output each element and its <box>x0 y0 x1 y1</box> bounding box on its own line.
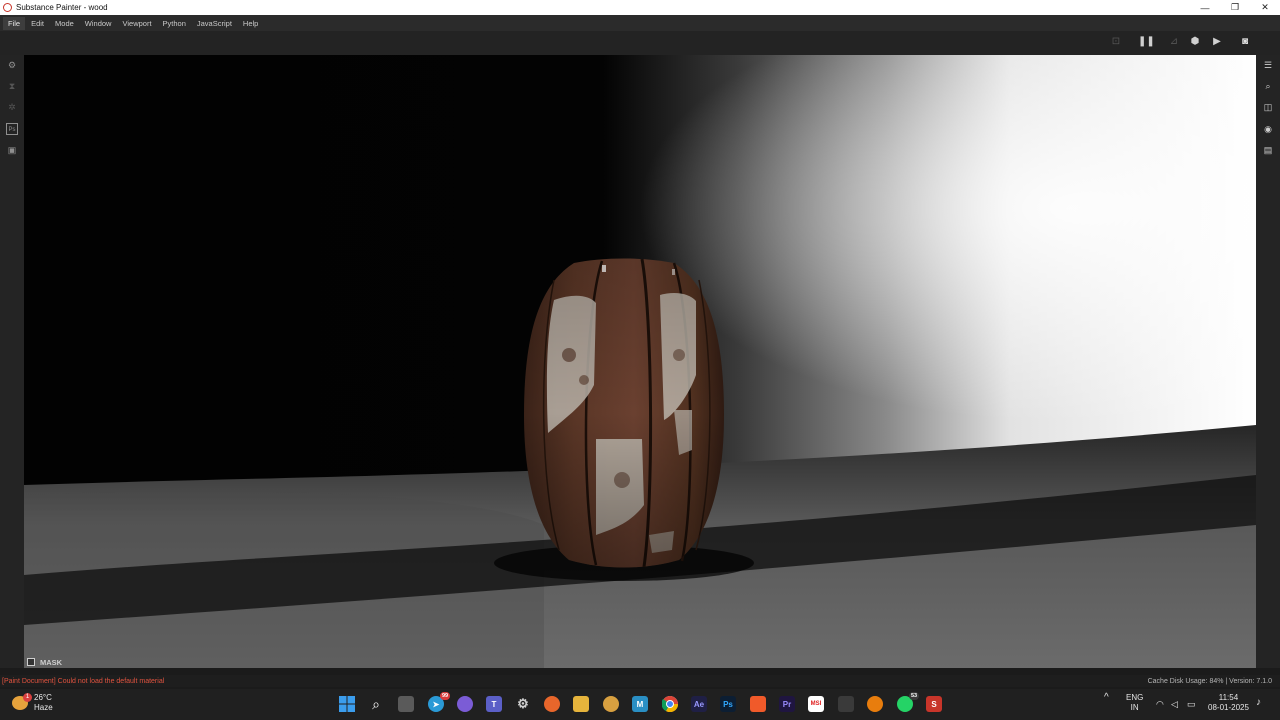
screenshot-icon[interactable]: ◙ <box>1238 35 1252 49</box>
volume-icon[interactable]: ◁ <box>1171 699 1178 709</box>
status-error-message[interactable]: [Paint Document] Could not load the defa… <box>2 678 164 685</box>
barrel-model <box>524 258 724 568</box>
mask-checkbox-icon <box>27 658 35 666</box>
menu-mode[interactable]: Mode <box>50 17 79 30</box>
pause-icon[interactable]: ❚❚ <box>1138 35 1155 49</box>
weather-widget[interactable]: 1 26°C Haze <box>12 693 53 713</box>
layers-icon[interactable]: ☰ <box>1262 59 1274 71</box>
restore-button[interactable]: ❐ <box>1220 0 1250 15</box>
substance-painter-window: Substance Painter - wood — ❐ ✕ File Edit… <box>0 0 1280 720</box>
weather-badge: 1 <box>23 693 32 702</box>
app-logo-icon <box>3 3 12 12</box>
clock-time: 11:54 <box>1218 693 1239 702</box>
telegram-badge: 99 <box>440 692 450 700</box>
firefox-icon[interactable] <box>544 696 560 712</box>
properties-icon[interactable]: ▤ <box>1262 144 1274 156</box>
display-settings-icon[interactable]: ◫ <box>1262 101 1274 113</box>
camera-icon[interactable]: ▶ <box>1210 35 1224 49</box>
close-button[interactable]: ✕ <box>1250 0 1280 15</box>
menu-bar: File Edit Mode Window Viewport Python Ja… <box>0 15 1280 31</box>
cache-version-info: Cache Disk Usage: 84% | Version: 7.1.0 <box>1147 677 1272 685</box>
weather-temp: 26°C <box>34 693 52 702</box>
viewport-toolbar <box>0 31 1280 55</box>
teams-icon[interactable]: T <box>486 696 502 712</box>
photoshop-icon[interactable]: Ps <box>720 696 736 712</box>
zoom-icon[interactable]: ⌕ <box>1262 80 1274 92</box>
m-app-icon[interactable]: M <box>632 696 648 712</box>
battery-icon[interactable]: ▭ <box>1187 699 1196 709</box>
menu-file[interactable]: File <box>3 16 26 30</box>
app-icon-yellow[interactable] <box>603 696 619 712</box>
windows-logo-icon <box>339 696 355 712</box>
premiere-icon[interactable]: Pr <box>779 696 795 712</box>
menu-window[interactable]: Window <box>80 17 117 30</box>
document-icon[interactable]: ▣ <box>6 144 18 156</box>
clock-date: 08-01-2025 <box>1208 703 1249 712</box>
display-mode-icon[interactable]: ⬢ <box>1188 35 1202 49</box>
shader-settings-icon[interactable]: ◉ <box>1262 123 1274 135</box>
viewport-scene <box>24 55 1256 668</box>
substance-painter-taskbar-icon[interactable]: S <box>926 696 942 712</box>
whatsapp-badge: 53 <box>909 692 919 700</box>
minimize-button[interactable]: — <box>1190 0 1220 15</box>
mask-toggle[interactable]: MASK <box>27 656 62 668</box>
brave-icon[interactable] <box>750 696 766 712</box>
menu-python[interactable]: Python <box>158 17 191 30</box>
start-button[interactable] <box>339 696 355 712</box>
settings-icon[interactable]: ⚙ <box>6 59 18 71</box>
chrome-icon[interactable] <box>662 696 678 712</box>
telegram-icon[interactable]: ➤ 99 <box>428 692 450 712</box>
menu-edit[interactable]: Edit <box>26 17 49 30</box>
wifi-icon[interactable]: ◠ <box>1156 699 1164 709</box>
mask-label-text: MASK <box>40 657 63 667</box>
unity-icon[interactable] <box>838 696 854 712</box>
clock[interactable]: 11:54 08-01-2025 <box>1208 693 1249 713</box>
search-icon[interactable]: ⌕ <box>368 696 384 712</box>
msi-icon[interactable]: MSI <box>808 696 824 712</box>
notification-bell-icon[interactable]: ♪ <box>1256 698 1261 708</box>
region-code: IN <box>1130 703 1139 712</box>
3d-viewport[interactable] <box>24 55 1256 668</box>
window-title: Substance Painter - wood <box>16 3 108 12</box>
lang-code: ENG <box>1126 693 1144 702</box>
status-bar: [Paint Document] Could not load the defa… <box>0 675 1280 687</box>
weather-condition: Haze <box>34 703 53 712</box>
photoshop-export-icon[interactable]: Ps <box>6 123 18 135</box>
whatsapp-icon[interactable]: 53 <box>897 692 919 712</box>
gear-small-icon[interactable]: ✲ <box>6 101 18 113</box>
after-effects-icon[interactable]: Ae <box>691 696 707 712</box>
title-bar: Substance Painter - wood — ❐ ✕ <box>0 0 1280 15</box>
settings-gear-icon[interactable]: ⚙ <box>515 696 531 712</box>
language-indicator[interactable]: ENG IN <box>1126 693 1143 713</box>
blender-icon[interactable] <box>867 696 883 712</box>
copilot-icon[interactable] <box>457 696 473 712</box>
hourglass-icon[interactable]: ⧗ <box>6 80 18 92</box>
menu-help[interactable]: Help <box>238 17 263 30</box>
file-explorer-icon[interactable] <box>573 696 589 712</box>
split-view-icon[interactable]: ⊿ <box>1167 35 1181 49</box>
weather-haze-icon: 1 <box>12 693 32 710</box>
hide-overlay-icon[interactable]: ⊡ <box>1109 35 1123 49</box>
show-hidden-icons[interactable]: ^ <box>1104 693 1109 703</box>
menu-javascript[interactable]: JavaScript <box>192 17 237 30</box>
task-view-icon[interactable] <box>398 696 414 712</box>
menu-viewport[interactable]: Viewport <box>117 17 156 30</box>
